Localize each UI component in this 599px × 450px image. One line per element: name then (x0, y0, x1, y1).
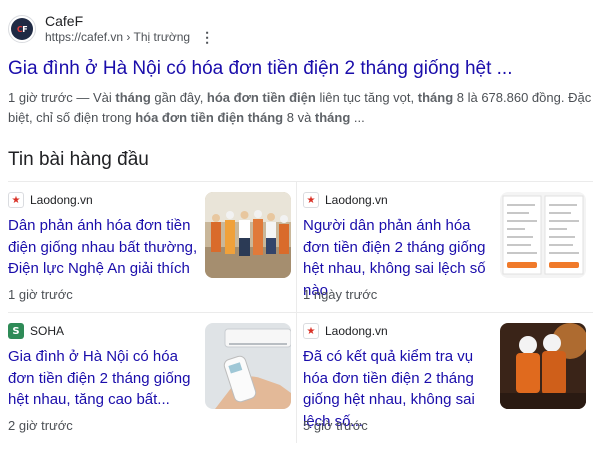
site-url: https://cafef.vn (45, 30, 124, 44)
linemen-at-night-photo[interactable] (500, 323, 586, 409)
laodong-star-icon: ★ (303, 192, 319, 208)
news-time: 5 giờ trước (303, 418, 368, 433)
snippet-text: liên tục tăng vọt, (315, 90, 418, 105)
news-headline-link[interactable]: Gia đình ở Hà Nội có hóa đơn tiền điện 2… (8, 346, 198, 411)
search-result: CF CafeF https://cafef.vn › Thị trường ⋮… (8, 12, 593, 128)
laodong-star-icon: ★ (8, 192, 24, 208)
snippet-text: ... (350, 110, 365, 125)
publisher-name: SOHA (30, 324, 65, 338)
news-time: 1 ngày trước (303, 287, 378, 302)
publisher-name: Laodong.vn (325, 324, 388, 338)
result-title-link[interactable]: Gia đình ở Hà Nội có hóa đơn tiền điện 2… (8, 57, 593, 81)
result-source[interactable]: CF CafeF https://cafef.vn › Thị trường ⋮ (8, 12, 593, 46)
phone-bill-screenshots[interactable] (500, 192, 586, 278)
news-headline-link[interactable]: Dân phản ánh hóa đơn tiền điện giống nha… (8, 215, 198, 280)
cafef-logo-icon: CF (11, 18, 33, 40)
ac-remote-photo[interactable] (205, 323, 291, 409)
news-card[interactable]: ★ Laodong.vn Đã có kết quả kiểm tra vụ h… (303, 313, 593, 447)
snippet-text: 1 giờ trước — Vài (8, 90, 116, 105)
snippet-highlight: tháng (115, 90, 151, 105)
news-time: 1 giờ trước (8, 287, 73, 302)
site-name: CafeF (45, 13, 84, 29)
result-snippet: 1 giờ trước — Vài tháng gần đây, hóa đơn… (8, 88, 593, 128)
more-options-icon[interactable]: ⋮ (200, 30, 214, 44)
laodong-star-icon: ★ (303, 323, 319, 339)
snippet-highlight: tháng (417, 90, 454, 105)
publisher-name: Laodong.vn (30, 193, 93, 207)
publisher-name: Laodong.vn (325, 193, 388, 207)
news-card[interactable]: ★ Laodong.vn Dân phản ánh hóa đơn tiền đ… (8, 182, 298, 316)
snippet-highlight: hóa đơn tiền điện (206, 90, 316, 105)
snippet-highlight: tháng (314, 110, 351, 125)
soha-s-icon: S (8, 323, 24, 339)
news-card[interactable]: S SOHA Gia đình ở Hà Nội có hóa đơn tiền… (8, 313, 298, 447)
snippet-text: 8 và (283, 110, 315, 125)
cafef-favicon-icon: CF (8, 15, 36, 43)
news-time: 2 giờ trước (8, 418, 73, 433)
top-stories-heading: Tin bài hàng đầu (8, 149, 149, 170)
breadcrumb: › Thị trường (126, 30, 191, 44)
news-card[interactable]: ★ Laodong.vn Người dân phản ánh hóa đơn … (303, 182, 593, 316)
snippet-highlight: hóa đơn tiền điện tháng (135, 110, 284, 125)
snippet-text: gần đây, (150, 90, 207, 105)
electricity-workers-photo[interactable] (205, 192, 291, 278)
